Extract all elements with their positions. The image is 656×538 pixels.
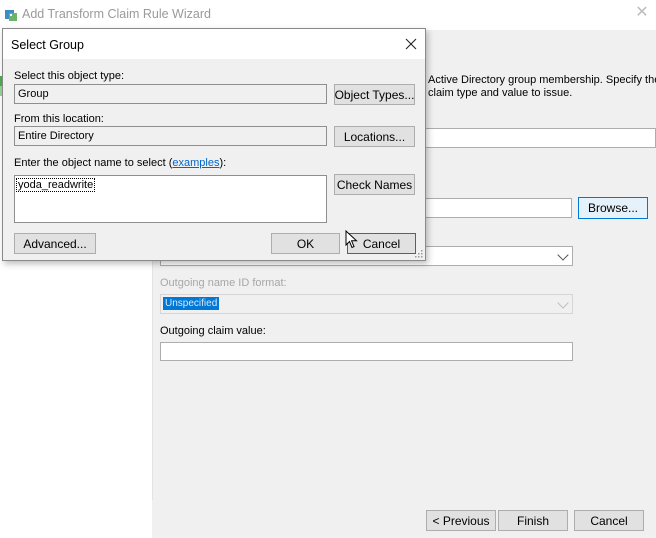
dialog-title-bar: Select Group [3,29,425,59]
wizard-description-line2: claim type and value to issue. [428,87,573,99]
location-value: Entire Directory [18,130,94,142]
check-names-button[interactable]: Check Names [334,174,415,195]
outgoing-name-id-format-label: Outgoing name ID format: [160,277,287,289]
wizard-title-bar: Add Transform Claim Rule Wizard ✕ [0,0,656,30]
browse-button[interactable]: Browse... [578,197,648,219]
chevron-down-icon [557,297,569,309]
outgoing-claim-value-field[interactable] [160,342,573,361]
resize-grip-icon[interactable] [415,250,423,258]
examples-link[interactable]: examples [172,157,219,169]
locations-button[interactable]: Locations... [334,126,415,147]
wizard-footer: < Previous Finish Cancel [152,500,656,538]
object-type-label: Select this object type: [14,70,125,82]
outgoing-claim-value-label: Outgoing claim value: [160,325,266,337]
wizard-close-icon[interactable]: ✕ [634,5,650,21]
previous-button[interactable]: < Previous [426,510,496,531]
wizard-description-line1: Active Directory group membership. Speci… [428,74,656,86]
object-name-label-suffix: ): [219,157,227,169]
dialog-title: Select Group [11,38,84,52]
claim-rule-name-field[interactable] [424,128,656,148]
outgoing-name-id-format-value: Unspecified [163,297,219,310]
close-icon[interactable] [402,35,420,53]
object-name-value: yoda_readwrite [16,178,96,192]
ok-button[interactable]: OK [271,233,340,254]
incoming-group-sid-field[interactable] [424,198,572,218]
object-name-label-text: Enter the object name to select ( [14,157,173,169]
select-group-dialog: Select Group Select this object type: Gr… [2,28,426,261]
advanced-button[interactable]: Advanced... [14,233,96,254]
object-types-button[interactable]: Object Types... [334,84,415,105]
location-field: Entire Directory [14,126,327,146]
wizard-title: Add Transform Claim Rule Wizard [22,7,211,21]
wizard-cancel-button[interactable]: Cancel [574,510,644,531]
object-name-label: Enter the object name to select (example… [14,157,226,169]
mouse-pointer-icon [345,230,358,249]
finish-button[interactable]: Finish [498,510,568,531]
chevron-down-icon [557,249,569,261]
object-type-value: Group [18,88,49,100]
location-label: From this location: [14,113,104,125]
object-name-input[interactable]: yoda_readwrite [14,175,327,223]
outgoing-name-id-format-dropdown[interactable]: Unspecified [160,294,573,314]
wizard-app-icon [5,10,17,21]
wizard-steps-sidebar [0,260,153,538]
object-type-field: Group [14,84,327,104]
